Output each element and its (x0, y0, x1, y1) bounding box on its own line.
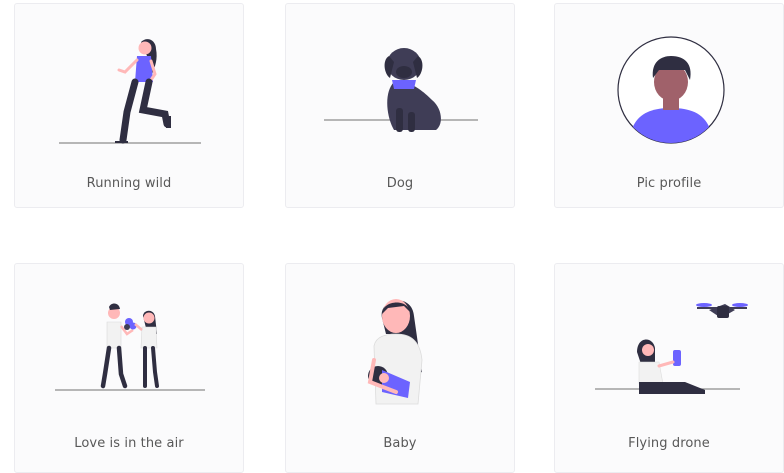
card-love-is-in-the-air[interactable]: Love is in the air (14, 263, 244, 473)
profile-avatar-illustration (617, 36, 725, 144)
card-title: Pic profile (636, 176, 702, 191)
card-title: Love is in the air (74, 436, 184, 451)
card-title: Baby (383, 436, 417, 451)
card-flying-drone[interactable]: Flying drone (554, 263, 784, 473)
mother-baby-illustration (367, 299, 423, 405)
dog-illustration (324, 48, 478, 132)
card-running-wild[interactable]: Running wild (14, 3, 244, 208)
running-woman-illustration (59, 39, 201, 144)
card-title: Dog (386, 176, 414, 191)
couple-flowers-illustration (55, 303, 205, 391)
card-dog[interactable]: Dog (285, 3, 515, 208)
card-pic-profile[interactable]: Pic profile (554, 3, 784, 208)
drone-icon (696, 303, 748, 318)
card-title: Flying drone (628, 436, 710, 451)
card-title: Running wild (86, 176, 172, 191)
card-baby[interactable]: Baby (285, 263, 515, 473)
drone-pilot-illustration (595, 303, 748, 394)
